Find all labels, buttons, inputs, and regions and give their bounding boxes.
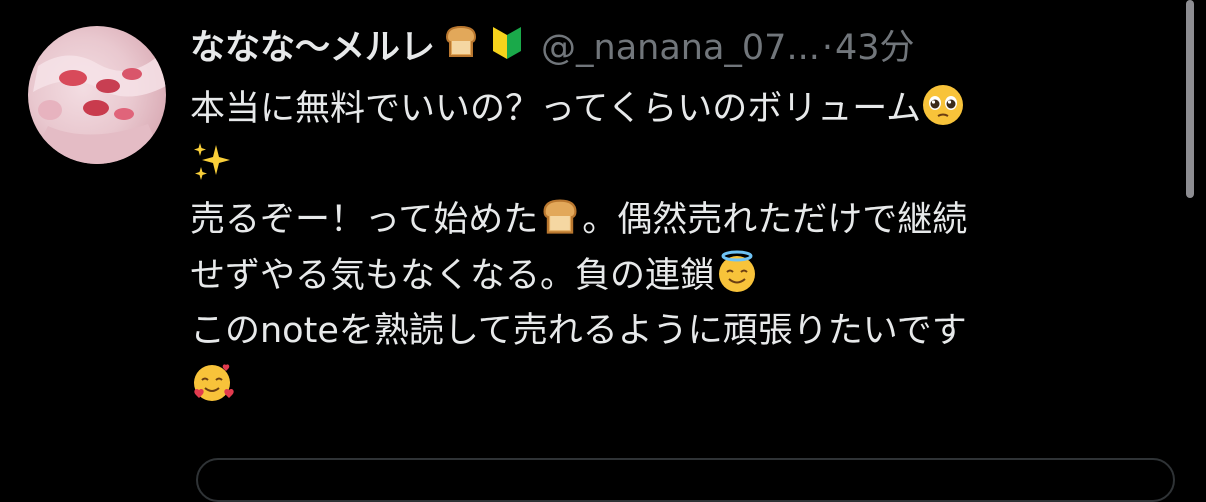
- tweet-line: このnoteを熟読して売れるように頑張りたいです: [190, 304, 1165, 360]
- user-handle[interactable]: @_nanana_07...: [541, 22, 820, 74]
- beginner-mark-icon: [487, 21, 527, 76]
- pleading-face-icon: [921, 83, 965, 127]
- bread-icon: [538, 194, 582, 238]
- bread-icon: [441, 21, 481, 76]
- tweet-text: 本当に無料でいいの？ってくらいのボリューム 売るぞー！って始めた 。偶然売れただけ…: [190, 82, 1165, 415]
- avatar-image: [28, 55, 166, 164]
- tweet-line: 売るぞー！って始めた 。偶然売れただけで継続: [190, 193, 1165, 249]
- separator-dot: ·: [821, 28, 833, 68]
- tweet-line-text: 本当に無料でいいの？ってくらいのボリューム: [190, 89, 922, 129]
- halo-face-icon: [715, 250, 759, 294]
- tweet-line: [190, 138, 1165, 194]
- tweet-line-text: 売るぞー！って始めた: [190, 200, 539, 240]
- avatar[interactable]: [28, 26, 166, 164]
- scrollbar-thumb[interactable]: [1186, 0, 1194, 198]
- tweet-line-text: 。偶然売れただけで継続: [582, 200, 968, 240]
- sparkles-icon: [190, 139, 234, 183]
- tweet-line: [190, 360, 1165, 416]
- tweet-line-text: このnoteを熟読して売れるように頑張りたいです: [190, 311, 967, 351]
- timestamp[interactable]: 43分: [835, 22, 915, 74]
- tweet-line: せずやる気もなくなる。負の連鎖: [190, 249, 1165, 305]
- tweet-header: ななな〜メルレ @_nanana_07... · 43分: [190, 22, 915, 74]
- embedded-card[interactable]: [196, 458, 1175, 502]
- tweet-line: 本当に無料でいいの？ってくらいのボリューム: [190, 82, 1165, 138]
- tweet-line-text: せずやる気もなくなる。負の連鎖: [190, 255, 716, 296]
- smiling-face-with-hearts-icon: [190, 361, 234, 405]
- display-name[interactable]: ななな〜メルレ: [190, 22, 435, 74]
